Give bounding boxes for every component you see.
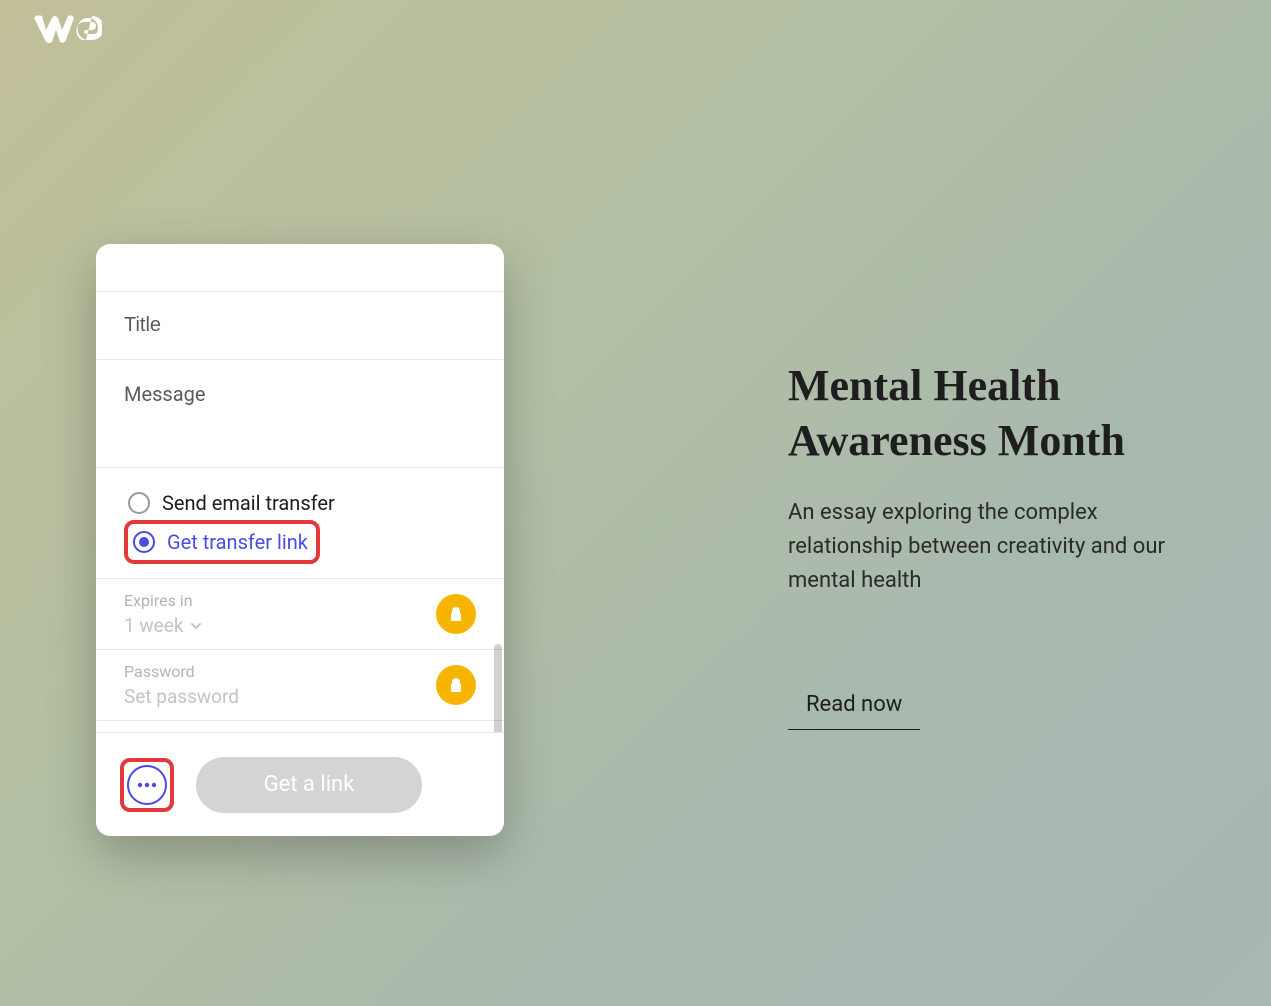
read-now-button[interactable]: Read now bbox=[788, 688, 920, 730]
expires-value: 1 week bbox=[124, 614, 203, 637]
panel-top-spacer bbox=[96, 244, 504, 292]
wetransfer-logo[interactable] bbox=[32, 12, 102, 50]
expires-row[interactable]: Expires in 1 week bbox=[96, 579, 504, 650]
highlight-more-button bbox=[120, 758, 174, 812]
radio-link-label: Get transfer link bbox=[167, 530, 308, 554]
radio-email-label: Send email transfer bbox=[162, 491, 335, 515]
password-row[interactable]: Password Set password bbox=[96, 650, 504, 721]
chevron-down-icon bbox=[189, 619, 203, 633]
radio-icon bbox=[128, 492, 150, 514]
message-input[interactable] bbox=[124, 382, 476, 452]
more-options-button[interactable] bbox=[127, 765, 167, 805]
get-link-button[interactable]: Get a link bbox=[196, 757, 422, 813]
highlight-get-link: Get transfer link bbox=[124, 520, 320, 564]
transfer-type-group: Send email transfer Get transfer link bbox=[96, 468, 504, 579]
lock-icon bbox=[436, 665, 476, 705]
panel-footer: Get a link bbox=[96, 732, 504, 836]
radio-icon bbox=[133, 531, 155, 553]
transfer-panel: Send email transfer Get transfer link Ex… bbox=[96, 244, 504, 836]
promo-subtitle: An essay exploring the complex relations… bbox=[788, 496, 1188, 598]
radio-get-link[interactable]: Get transfer link bbox=[129, 525, 312, 559]
message-field[interactable] bbox=[96, 360, 504, 468]
expires-label: Expires in bbox=[124, 591, 203, 610]
title-field[interactable] bbox=[96, 292, 504, 360]
lock-icon bbox=[436, 594, 476, 634]
title-input[interactable] bbox=[124, 314, 476, 337]
promo-section: Mental Health Awareness Month An essay e… bbox=[788, 358, 1188, 730]
password-label: Password bbox=[124, 662, 239, 681]
promo-title: Mental Health Awareness Month bbox=[788, 358, 1188, 468]
password-placeholder: Set password bbox=[124, 685, 239, 708]
more-icon bbox=[137, 782, 157, 788]
radio-send-email[interactable]: Send email transfer bbox=[124, 486, 476, 520]
